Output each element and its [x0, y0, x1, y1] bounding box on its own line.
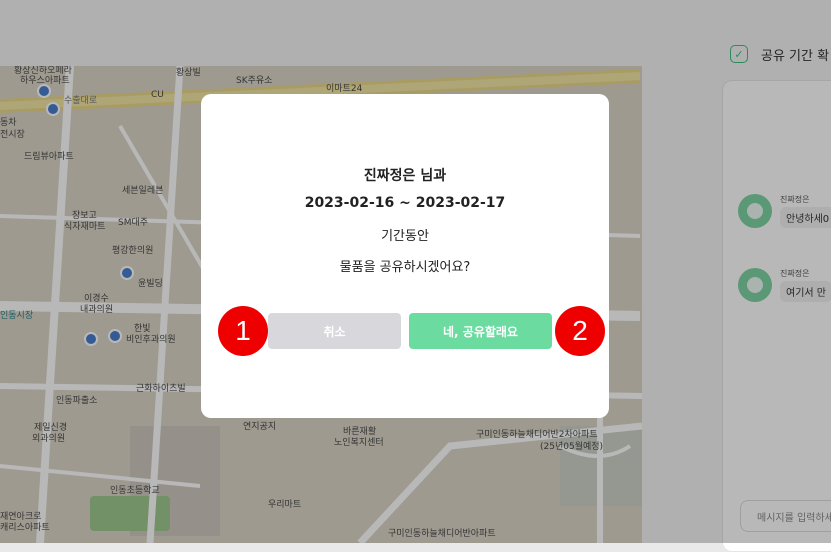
confirm-share-button[interactable]: 네, 공유할래요 — [409, 313, 552, 349]
share-confirm-dialog: 진짜정은 님과 2023-02-16 ~ 2023-02-17 기간동안 물품을… — [201, 94, 609, 418]
annotation-marker-2: 2 — [555, 306, 605, 356]
annotation-marker-1: 1 — [218, 306, 268, 356]
dialog-date-range: 2023-02-16 ~ 2023-02-17 — [304, 195, 506, 211]
cancel-button[interactable]: 취소 — [268, 313, 401, 349]
dialog-period-text: 기간동안 — [381, 229, 429, 244]
dialog-question: 물품을 공유하시겠어요? — [339, 260, 471, 275]
dialog-partner-text: 진짜정은 님과 — [363, 168, 447, 184]
